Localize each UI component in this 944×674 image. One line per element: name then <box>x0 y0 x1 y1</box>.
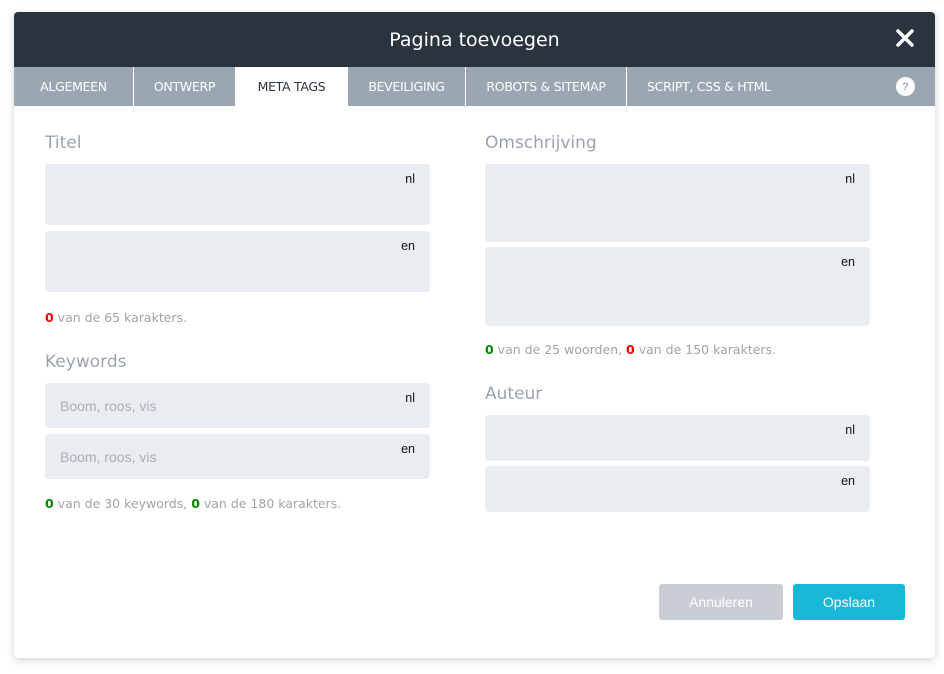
auteur-input-en[interactable] <box>485 466 870 512</box>
tab-robots-sitemap[interactable]: ROBOTS & SITEMAP <box>466 67 627 106</box>
tab-beveiliging[interactable]: BEVEILIGING <box>348 67 466 106</box>
titel-input-nl[interactable] <box>45 164 430 225</box>
keywords-count: 0 <box>45 496 54 511</box>
omschrijving-word-count: 0 <box>485 342 494 357</box>
omschrijving-field-nl[interactable]: nl <box>485 164 870 242</box>
tab-meta-tags[interactable]: META TAGS <box>236 67 348 106</box>
add-page-dialog: Pagina toevoegen ALGEMEEN ONTWERP META T… <box>14 12 935 658</box>
titel-field-nl[interactable]: nl <box>45 164 430 225</box>
titel-counter: 0 van de 65 karakters. <box>45 310 188 325</box>
tab-algemeen[interactable]: ALGEMEEN <box>14 67 134 106</box>
titel-input-en[interactable] <box>45 231 430 292</box>
keywords-input-nl[interactable] <box>45 383 430 428</box>
keywords-input-en[interactable] <box>45 434 430 479</box>
dialog-header: Pagina toevoegen <box>14 12 935 67</box>
omschrijving-counter: 0 van de 25 woorden, 0 van de 150 karakt… <box>485 342 777 357</box>
close-button[interactable] <box>893 26 917 50</box>
omschrijving-char-count: 0 <box>626 342 635 357</box>
auteur-field-nl[interactable]: nl <box>485 415 870 461</box>
dialog-title: Pagina toevoegen <box>389 28 560 51</box>
keywords-field-en[interactable]: en <box>45 434 430 479</box>
titel-label: Titel <box>45 133 82 153</box>
omschrijving-field-en[interactable]: en <box>485 247 870 326</box>
auteur-field-en[interactable]: en <box>485 466 870 512</box>
keywords-counter: 0 van de 30 keywords, 0 van de 180 karak… <box>45 496 342 511</box>
help-button[interactable]: ? <box>896 77 915 96</box>
keywords-char-count: 0 <box>191 496 200 511</box>
auteur-input-nl[interactable] <box>485 415 870 461</box>
keywords-label: Keywords <box>45 352 127 372</box>
tab-bar: ALGEMEEN ONTWERP META TAGS BEVEILIGING R… <box>14 67 935 106</box>
tab-ontwerp[interactable]: ONTWERP <box>134 67 236 106</box>
omschrijving-input-en[interactable] <box>485 247 870 326</box>
cancel-button[interactable]: Annuleren <box>659 584 783 620</box>
auteur-label: Auteur <box>485 384 543 404</box>
close-icon <box>896 29 914 47</box>
titel-field-en[interactable]: en <box>45 231 430 292</box>
omschrijving-input-nl[interactable] <box>485 164 870 242</box>
tab-script-css-html[interactable]: SCRIPT, CSS & HTML <box>627 67 787 106</box>
question-icon: ? <box>902 80 909 93</box>
titel-char-count: 0 <box>45 310 54 325</box>
keywords-field-nl[interactable]: nl <box>45 383 430 428</box>
omschrijving-label: Omschrijving <box>485 133 597 153</box>
save-button[interactable]: Opslaan <box>793 584 905 620</box>
